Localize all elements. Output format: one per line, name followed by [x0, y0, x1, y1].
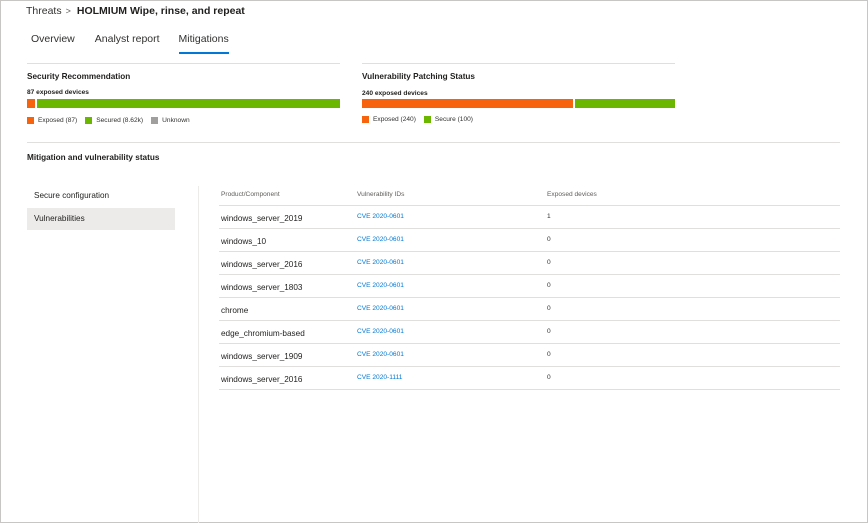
legend-item-secured: Secured (8.62k): [85, 117, 143, 124]
card-divider: [362, 63, 675, 64]
cell-exposed-devices: 0: [547, 236, 551, 243]
cell-product: windows_server_1803: [221, 283, 303, 292]
legend-label: Exposed (240): [373, 116, 416, 123]
bar-segment-secure[interactable]: [575, 99, 675, 108]
mitigation-section-title: Mitigation and vulnerability status: [27, 153, 160, 162]
bar-segment-exposed[interactable]: [27, 99, 35, 108]
tab-overview[interactable]: Overview: [31, 33, 75, 54]
cell-cve-link[interactable]: CVE 2020-0601: [357, 305, 404, 312]
table-row[interactable]: windows_server_1909 CVE 2020-0601 0: [219, 344, 840, 367]
table-row[interactable]: windows_server_2019 CVE 2020-0601 1: [219, 206, 840, 229]
legend-item-exposed: Exposed (87): [27, 117, 77, 124]
cell-product: chrome: [221, 306, 249, 315]
section-divider: [27, 142, 840, 143]
security-recommendation-subtitle: 87 exposed devices: [27, 89, 89, 96]
cell-exposed-devices: 0: [547, 282, 551, 289]
vulnerability-patching-bar: [362, 99, 675, 108]
vulnerability-patching-subtitle: 240 exposed devices: [362, 90, 428, 97]
cell-cve-link[interactable]: CVE 2020-0601: [357, 328, 404, 335]
legend-swatch: [423, 116, 431, 123]
security-recommendation-title: Security Recommendation: [27, 72, 131, 81]
table-row[interactable]: windows_server_2016 CVE 2020-1111 0: [219, 367, 840, 390]
cell-cve-link[interactable]: CVE 2020-0601: [357, 213, 404, 220]
bar-segment-secured[interactable]: [37, 99, 340, 108]
cell-cve-link[interactable]: CVE 2020-1111: [357, 374, 402, 381]
table-row[interactable]: chrome CVE 2020-0601 0: [219, 298, 840, 321]
page-title: HOLMIUM Wipe, rinse, and repeat: [76, 5, 245, 17]
cell-exposed-devices: 1: [547, 213, 551, 220]
legend-swatch: [85, 117, 93, 124]
chevron-right-icon: >: [65, 6, 71, 16]
legend-item-exposed: Exposed (240): [362, 116, 416, 123]
cell-exposed-devices: 0: [547, 305, 551, 312]
vulnerability-patching-title: Vulnerability Patching Status: [362, 72, 475, 81]
cell-product: windows_server_1909: [221, 352, 303, 361]
bar-segment-exposed[interactable]: [362, 99, 573, 108]
cell-exposed-devices: 0: [547, 374, 551, 381]
tab-analyst-report[interactable]: Analyst report: [95, 33, 160, 54]
cell-product: windows_server_2019: [221, 214, 303, 223]
column-header-exposed-devices[interactable]: Exposed devices: [547, 191, 597, 198]
breadcrumb-threats-link[interactable]: Threats: [26, 5, 62, 17]
legend-item-secure: Secure (100): [423, 116, 474, 123]
table-row[interactable]: windows_server_1803 CVE 2020-0601 0: [219, 275, 840, 298]
cell-product: windows_server_2016: [221, 375, 303, 384]
cell-cve-link[interactable]: CVE 2020-0601: [357, 351, 404, 358]
cell-exposed-devices: 0: [547, 328, 551, 335]
legend-item-unknown: Unknown: [151, 117, 190, 124]
vertical-divider: [198, 186, 199, 523]
card-divider: [27, 63, 340, 64]
legend-swatch: [151, 117, 159, 124]
security-recommendation-legend: Exposed (87) Secured (8.62k) Unknown: [27, 117, 198, 124]
table-row[interactable]: edge_chromium-based CVE 2020-0601 0: [219, 321, 840, 344]
table-row[interactable]: windows_10 CVE 2020-0601 0: [219, 229, 840, 252]
legend-label: Exposed (87): [38, 117, 78, 124]
cell-cve-link[interactable]: CVE 2020-0601: [357, 282, 404, 289]
cell-exposed-devices: 0: [547, 259, 551, 266]
cell-cve-link[interactable]: CVE 2020-0601: [357, 236, 404, 243]
cell-product: windows_10: [221, 237, 267, 246]
tab-bar: Overview Analyst report Mitigations: [31, 33, 249, 54]
legend-label: Unknown: [162, 117, 190, 124]
cell-cve-link[interactable]: CVE 2020-0601: [357, 259, 404, 266]
vulnerability-patching-legend: Exposed (240) Secure (100): [362, 116, 481, 123]
legend-label: Secured (8.62k): [96, 117, 144, 124]
cell-product: windows_server_2016: [221, 260, 303, 269]
column-header-product[interactable]: Product/Component: [221, 191, 280, 198]
security-recommendation-bar: [27, 99, 340, 108]
legend-swatch: [27, 117, 34, 124]
cell-product: edge_chromium-based: [221, 329, 305, 338]
breadcrumb: Threats > HOLMIUM Wipe, rinse, and repea…: [26, 5, 245, 17]
column-header-vulnerability-ids[interactable]: Vulnerability IDs: [357, 191, 404, 198]
legend-swatch: [362, 116, 369, 123]
tab-mitigations[interactable]: Mitigations: [178, 33, 229, 54]
sidebar-item-vulnerabilities[interactable]: Vulnerabilities: [27, 208, 175, 230]
legend-label: Secure (100): [434, 116, 474, 123]
sidebar-item-secure-configuration[interactable]: Secure configuration: [27, 185, 175, 207]
cell-exposed-devices: 0: [547, 351, 551, 358]
table-row[interactable]: windows_server_2016 CVE 2020-0601 0: [219, 252, 840, 275]
